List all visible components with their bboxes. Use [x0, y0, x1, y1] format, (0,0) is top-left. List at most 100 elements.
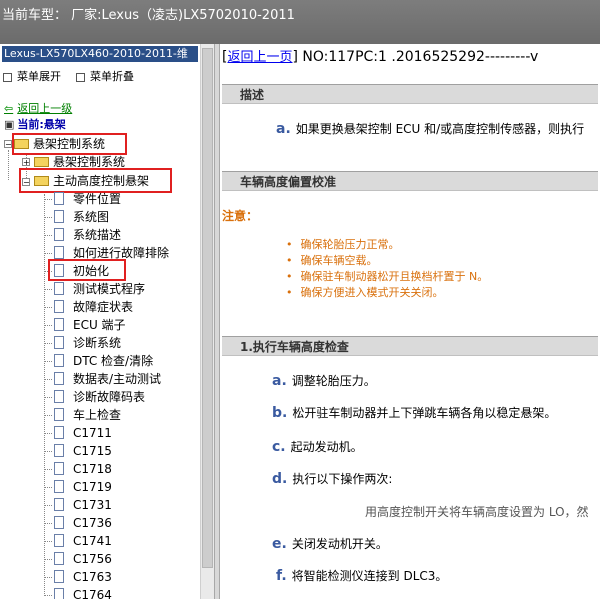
document-icon: [54, 336, 64, 349]
tree-leaf-item[interactable]: C1731: [54, 497, 112, 513]
step-text: 关闭发动机开关。: [291, 537, 388, 551]
document-icon: [54, 516, 64, 529]
tree-leaf-label: DTC 检查/清除: [73, 354, 154, 368]
tree-leaf-label: 零件位置: [73, 192, 122, 206]
tree-leaf-item[interactable]: C1756: [54, 551, 112, 567]
tree-connector: [44, 451, 52, 452]
tree-node-suspension-control[interactable]: 悬架控制系统: [34, 154, 125, 170]
tree-leaf-item[interactable]: C1715: [54, 443, 112, 459]
tree-leaf-item[interactable]: C1719: [54, 479, 112, 495]
collapse-all-button[interactable]: 菜单折叠: [76, 68, 134, 84]
expand-icon: [3, 72, 12, 82]
note-item: 确保方便进入模式开关关闭。: [286, 284, 444, 300]
tree-leaf-item[interactable]: 车上检查: [54, 407, 121, 423]
document-icon: [54, 354, 64, 367]
collapse-toggle[interactable]: −: [22, 178, 30, 187]
tree-leaf-item[interactable]: 诊断故障码表: [54, 389, 145, 405]
tree-leaf-item[interactable]: 诊断系统: [54, 335, 121, 351]
sidebar-panel: Lexus-LX570LX460-2010-2011-维 菜单展开 菜单折叠 ⇦…: [0, 44, 200, 599]
back-arrow-icon: ⇦: [4, 102, 14, 115]
document-icon: [54, 210, 64, 223]
note-item: 确保车辆空载。: [286, 252, 378, 268]
tree-leaf-item[interactable]: 数据表/主动测试: [54, 371, 161, 387]
tree-leaf-item[interactable]: C1741: [54, 533, 112, 549]
tree-leaf-label: C1764: [73, 588, 112, 599]
tree-leaf-item[interactable]: 系统描述: [54, 227, 121, 243]
window-title: 当前车型： 厂家:Lexus（凌志)LX5702010-2011: [2, 8, 295, 23]
tree-leaf-item[interactable]: DTC 检查/清除: [54, 353, 153, 369]
tree-connector: [44, 379, 52, 380]
tree-connector: [44, 595, 52, 596]
tree-leaf-label: 数据表/主动测试: [73, 372, 162, 386]
document-icon: [54, 372, 64, 385]
tree-node-root[interactable]: 悬架控制系统: [14, 136, 105, 152]
tree-leaf-item[interactable]: 故障症状表: [54, 299, 133, 315]
tree-connector: [44, 253, 52, 254]
tree-leaf-label: 系统描述: [73, 228, 122, 242]
document-icon: [54, 408, 64, 421]
tree-connector: [44, 559, 52, 560]
tree-connector: [44, 487, 52, 488]
procedure-step: d. 执行以下操作两次:: [272, 470, 392, 487]
folder-open-icon: [14, 139, 29, 149]
tree-leaf-label: C1736: [73, 516, 112, 530]
scrollbar-thumb[interactable]: [202, 48, 213, 568]
sidebar-scrollbar[interactable]: [200, 44, 214, 599]
document-icon: [54, 426, 64, 439]
document-title: Lexus-LX570LX460-2010-2011-维: [2, 46, 198, 62]
step-text: 起动发动机。: [290, 440, 363, 454]
folder-icon: [34, 157, 49, 167]
document-icon: [54, 246, 64, 259]
tree-leaf-item[interactable]: C1718: [54, 461, 112, 477]
tree-connector: [44, 433, 52, 434]
tree-leaf-item[interactable]: 零件位置: [54, 191, 121, 207]
note-item: 确保驻车制动器松开且换档杆置于 N。: [286, 268, 489, 284]
tree-leaf-label: 诊断故障码表: [73, 390, 146, 404]
tree-leaf-item[interactable]: 测试模式程序: [54, 281, 145, 297]
document-number: NO:117PC:1 .2016525292---------v: [302, 49, 539, 65]
tree-node-active-height-control[interactable]: 主动高度控制悬架: [34, 173, 149, 189]
tree-leaf-item[interactable]: 系统图: [54, 209, 109, 225]
expand-toggle[interactable]: +: [22, 158, 30, 167]
back-up-link[interactable]: ⇦ 返回上一级: [4, 100, 72, 116]
tree-leaf-item[interactable]: C1764: [54, 587, 112, 599]
tree-connector: [44, 271, 52, 272]
document-icon: [54, 444, 64, 457]
current-location: ▣ 当前:悬架: [4, 118, 66, 131]
tree-connector: [44, 217, 52, 218]
tree-leaf-label: C1756: [73, 552, 112, 566]
note-label: 注意：: [222, 209, 259, 223]
step-letter: e.: [272, 536, 287, 552]
tree-leaf-item[interactable]: 初始化: [54, 263, 109, 279]
section-header-height-check: 1.执行车辆高度检查: [222, 336, 598, 356]
step-text: 调整轮胎压力。: [291, 374, 376, 388]
expand-all-button[interactable]: 菜单展开: [3, 68, 61, 84]
tree-leaf-item[interactable]: C1763: [54, 569, 112, 585]
tree-leaf-label: 诊断系统: [73, 336, 122, 350]
tree-leaf-label: 如何进行故障排除: [73, 246, 170, 260]
tree-leaf-item[interactable]: C1736: [54, 515, 112, 531]
tree-connector: [44, 325, 52, 326]
tree-connector: [44, 235, 52, 236]
document-icon: [54, 228, 64, 241]
tree-leaf-label: 初始化: [73, 264, 110, 278]
tree-connector: [44, 523, 52, 524]
section-header-offset-calibration: 车辆高度偏置校准: [222, 171, 598, 191]
document-icon: [54, 480, 64, 493]
document-icon: [54, 192, 64, 205]
tree-leaf-label: 故障症状表: [73, 300, 134, 314]
tree-leaf-label: ECU 端子: [73, 318, 126, 332]
tree-connector: [44, 505, 52, 506]
document-icon: [54, 318, 64, 331]
tree-leaf-label: C1741: [73, 534, 112, 548]
collapse-toggle[interactable]: −: [4, 140, 12, 149]
location-icon: ▣: [4, 118, 15, 131]
tree-leaf-label: 车上检查: [73, 408, 122, 422]
back-page-link[interactable]: 返回上一页: [227, 50, 292, 65]
tree-connector: [44, 307, 52, 308]
tree-leaf-item[interactable]: C1711: [54, 425, 112, 441]
description-step: a. 如果更换悬架控制 ECU 和/或高度控制传感器，则执行: [276, 121, 585, 137]
tree-leaf-item[interactable]: ECU 端子: [54, 317, 126, 333]
tree-connector: [44, 289, 52, 290]
tree-leaf-item[interactable]: 如何进行故障排除: [54, 245, 169, 261]
